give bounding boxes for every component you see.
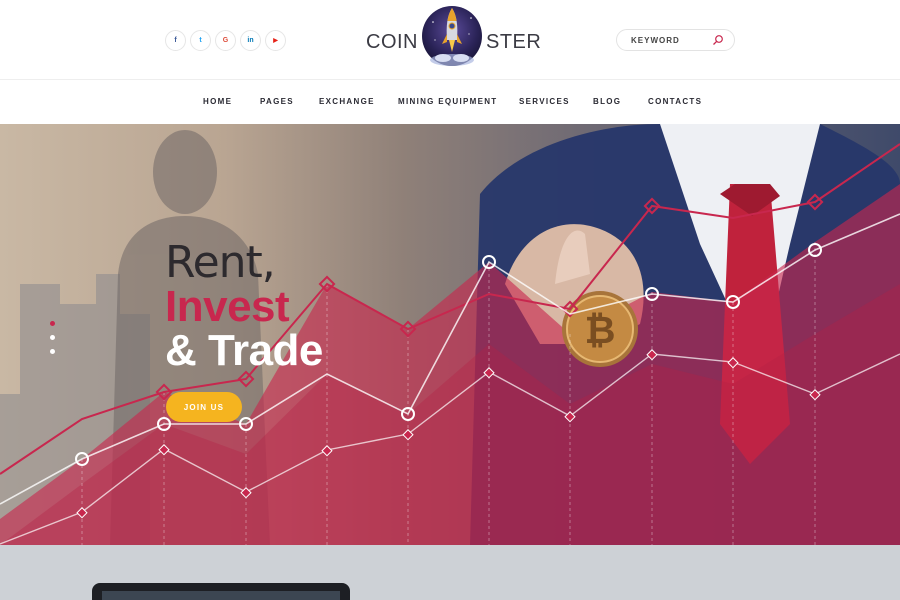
bitcoin-coin: ₿ (562, 291, 638, 367)
linkedin-icon[interactable]: in (240, 30, 261, 51)
hero-line-1: Rent, (165, 237, 276, 288)
hero-line-2: Invest (165, 282, 290, 331)
slider-pagination (50, 321, 55, 363)
slider-dot-3[interactable] (50, 349, 55, 354)
next-section (0, 545, 900, 600)
hero-slider: ₿ Rent, Invest & Trade JOIN US (0, 124, 900, 545)
facebook-icon[interactable]: f (165, 30, 186, 51)
social-links: f t G in ▶ (165, 30, 286, 51)
top-header: f t G in ▶ COIN STER KEYWORD (0, 0, 900, 80)
nav-item-contacts[interactable]: CONTACTS (648, 97, 702, 106)
search-box (616, 29, 735, 51)
search-input[interactable] (631, 34, 717, 47)
logo-text-right: STER (486, 31, 542, 53)
svg-text:₿: ₿ (585, 308, 616, 352)
twitter-icon[interactable]: t (190, 30, 211, 51)
nav-item-home[interactable]: HOME (203, 97, 232, 106)
youtube-icon[interactable]: ▶ (265, 30, 286, 51)
site-logo[interactable]: COIN STER (366, 4, 541, 74)
laptop-screen (102, 591, 340, 600)
nav-item-blog[interactable]: BLOG (593, 97, 621, 106)
hero-background-image: ₿ (0, 124, 900, 545)
slider-dot-2[interactable] (50, 335, 55, 340)
nav-item-mining-equipment[interactable]: MINING EQUIPMENT (398, 97, 497, 106)
rocket-icon (422, 6, 482, 66)
search-icon[interactable] (712, 34, 724, 46)
nav-item-pages[interactable]: PAGES (260, 97, 294, 106)
slider-dot-1[interactable] (50, 321, 55, 326)
hero-heading: Rent, Invest & Trade (165, 240, 323, 374)
google-icon[interactable]: G (215, 30, 236, 51)
nav-item-exchange[interactable]: EXCHANGE (319, 97, 375, 106)
join-us-button[interactable]: JOIN US (166, 392, 242, 422)
nav-item-services[interactable]: SERVICES (519, 97, 570, 106)
hero-line-3: & Trade (165, 326, 323, 375)
logo-text-left: COIN (366, 31, 418, 53)
main-nav: HOME PAGES EXCHANGE MINING EQUIPMENT SER… (0, 80, 900, 124)
laptop-image (92, 583, 350, 600)
